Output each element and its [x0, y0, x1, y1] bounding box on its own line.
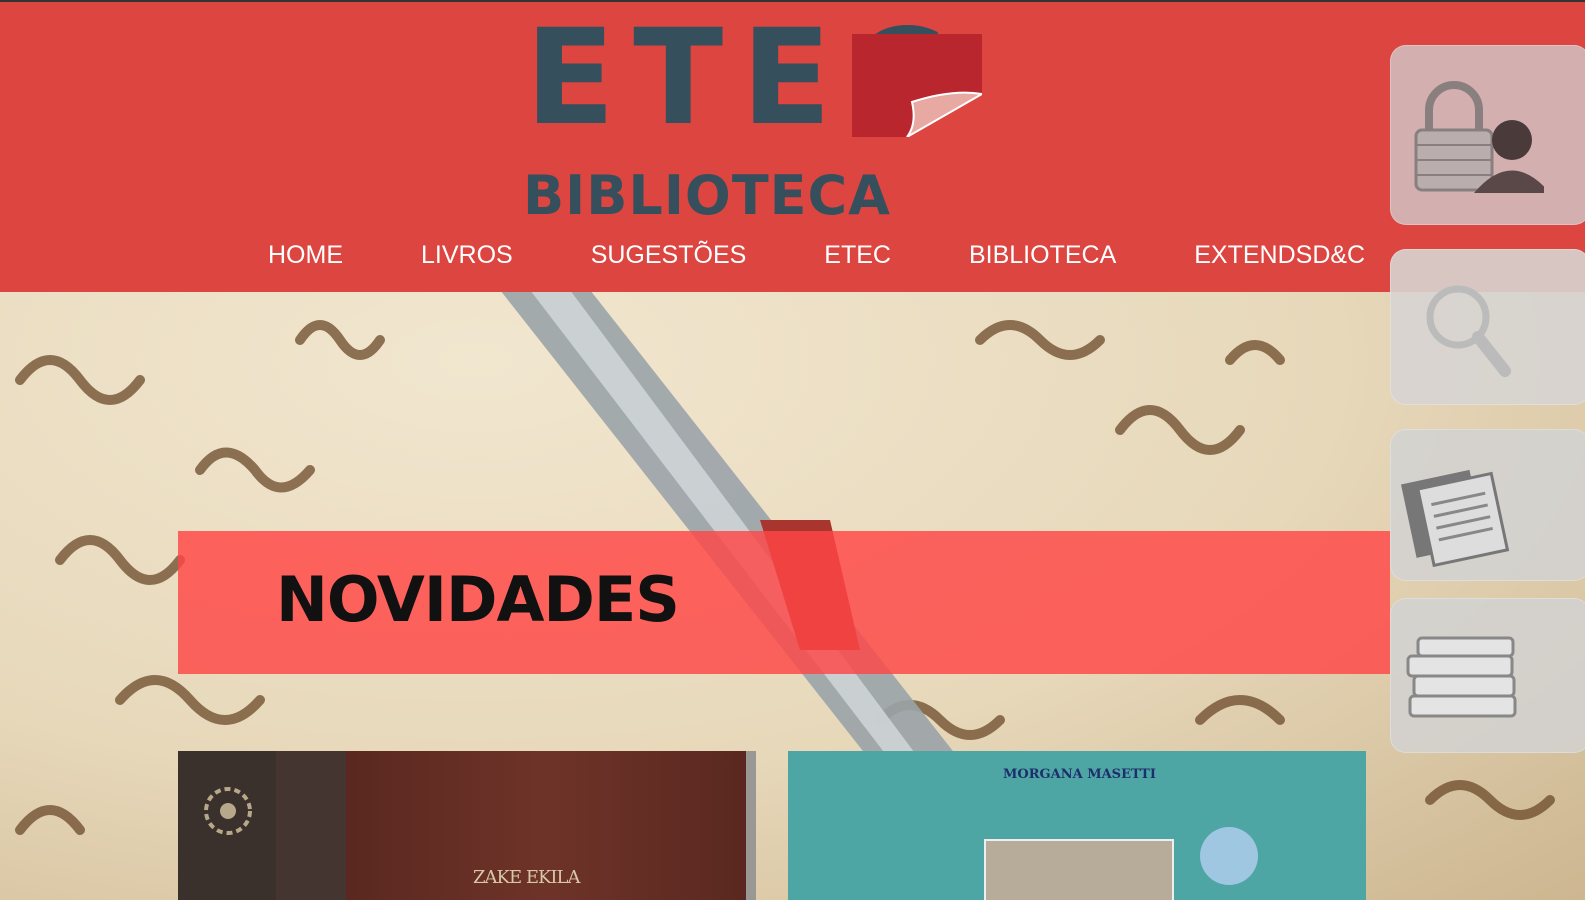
site-header: ETEC BIBLIOTECA HOME LIVROS SUGESTÕES ET…: [0, 0, 1585, 292]
cover-photo: [984, 839, 1174, 900]
nav-sugestoes[interactable]: SUGESTÕES: [591, 238, 747, 272]
book-cover[interactable]: MORGANA MASETTI: [788, 751, 1366, 900]
nav-extendsdc[interactable]: EXTENDSD&C: [1194, 238, 1365, 272]
section-title: NOVIDADES: [276, 563, 680, 636]
page-fold-logo-icon: [852, 34, 982, 137]
main-nav: HOME LIVROS SUGESTÕES ETEC BIBLIOTECA EX…: [268, 238, 1365, 272]
lock-user-icon: [1414, 81, 1544, 193]
book-author: ZAKE EKILA: [473, 867, 580, 888]
nav-etec[interactable]: ETEC: [824, 238, 891, 272]
catalog-button[interactable]: [1390, 598, 1585, 753]
news-button[interactable]: [1390, 429, 1585, 581]
novidades-banner: NOVIDADES: [178, 531, 1390, 674]
newspaper-icon: [1401, 469, 1510, 568]
nav-livros[interactable]: LIVROS: [421, 238, 513, 272]
search-button[interactable]: [1390, 249, 1585, 405]
nav-biblioteca[interactable]: BIBLIOTECA: [969, 238, 1116, 272]
search-icon: [1426, 285, 1511, 377]
logo-subtitle: BIBLIOTECA: [523, 164, 891, 227]
pen-illustration: [500, 290, 960, 760]
cover-circle: [1200, 827, 1258, 885]
book-cover[interactable]: ZAKE EKILA: [178, 751, 756, 900]
books-icon: [1406, 636, 1517, 718]
login-button[interactable]: [1390, 45, 1585, 225]
book-author: MORGANA MASETTI: [1003, 767, 1156, 782]
ornament-icon: [204, 787, 252, 835]
nav-home[interactable]: HOME: [268, 238, 343, 272]
